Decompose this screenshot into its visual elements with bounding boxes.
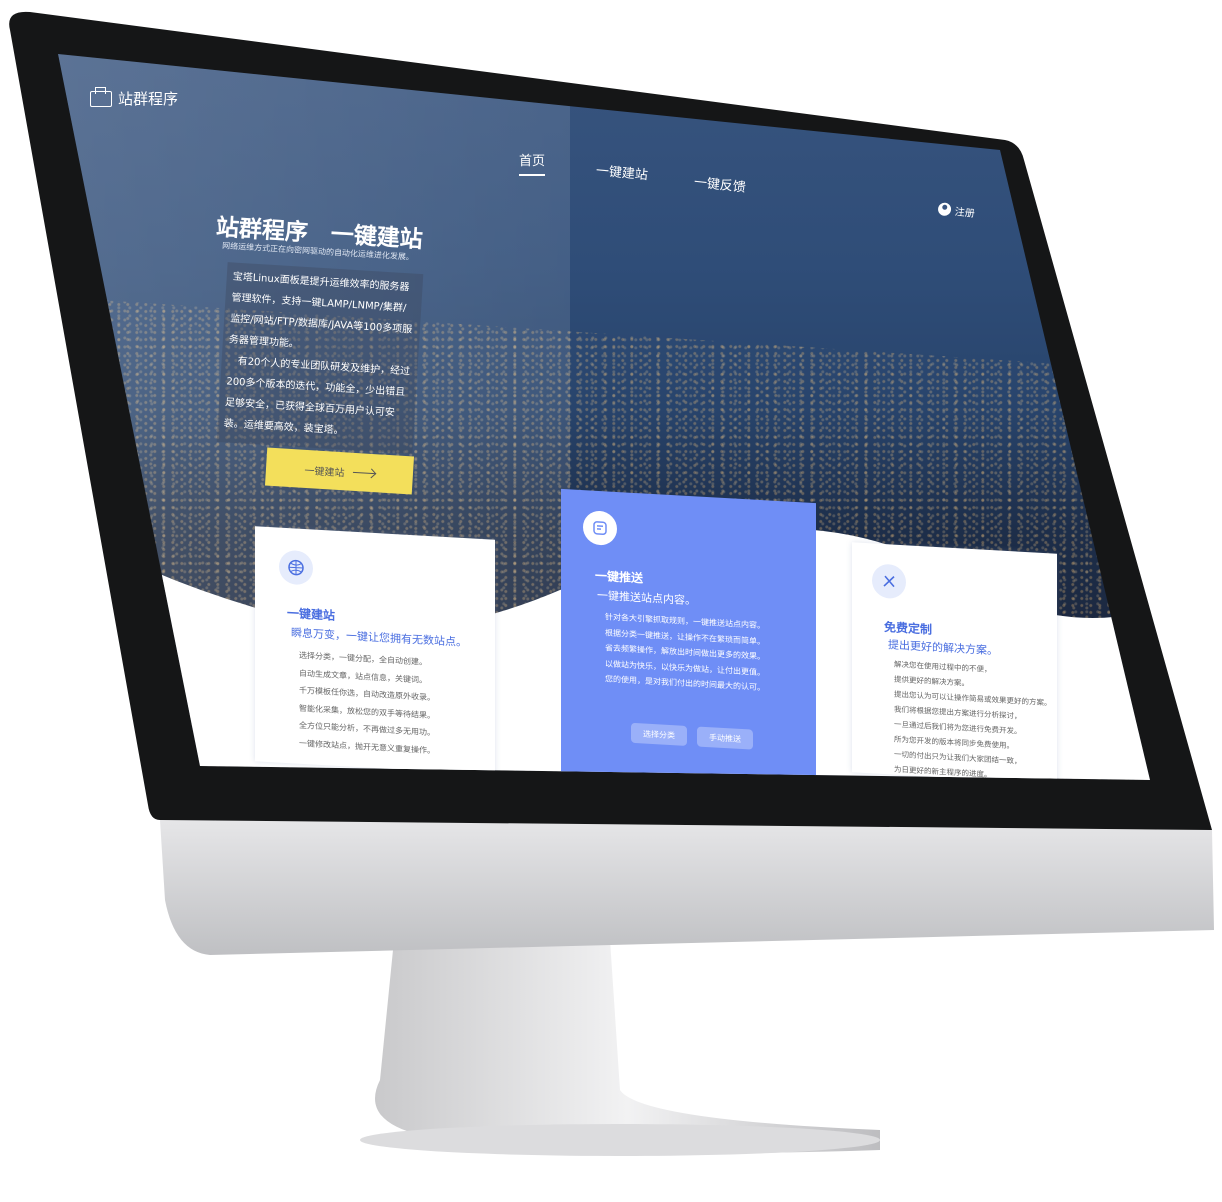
manual-push-button[interactable]: 手动推送	[697, 726, 753, 750]
feature-subtitle: 瞬息万变，一键让您拥有无数站点。	[291, 626, 467, 650]
feature-card-build: 一键建站 瞬息万变，一键让您拥有无数站点。 选择分类，一键分配，全自动创建。 自…	[255, 526, 495, 775]
globe-icon	[279, 549, 313, 586]
feature-lines: 针对各大引擎抓取规则，一键推送站点内容。 根据分类一键推送，让操作不在繁琐而简单…	[605, 609, 765, 695]
feature-subtitle: 一键推送站点内容。	[597, 588, 696, 608]
select-category-button[interactable]: 选择分类	[631, 722, 687, 746]
feature-title: 一键推送	[595, 568, 644, 586]
feature-lines: 选择分类，一键分配，全自动创建。 自动生成文章，站点信息，关键词。 千万模板任你…	[299, 647, 435, 760]
feature-subtitle: 提出更好的解决方案。	[888, 638, 998, 658]
feature-title: 免费定制	[884, 620, 933, 637]
document-icon	[583, 510, 617, 547]
feature-lines: 解决您在使用过程中的不便， 提供更好的解决方案。 提出您认为可以让操作简易或效果…	[894, 657, 1052, 780]
tools-icon	[872, 563, 906, 600]
feature-card-custom: 免费定制 提出更好的解决方案。 解决您在使用过程中的不便， 提供更好的解决方案。…	[852, 542, 1057, 780]
feature-title: 一键建站	[287, 606, 336, 623]
feature-card-push: 一键推送 一键推送站点内容。 针对各大引擎抓取规则，一键推送站点内容。 根据分类…	[561, 488, 816, 780]
